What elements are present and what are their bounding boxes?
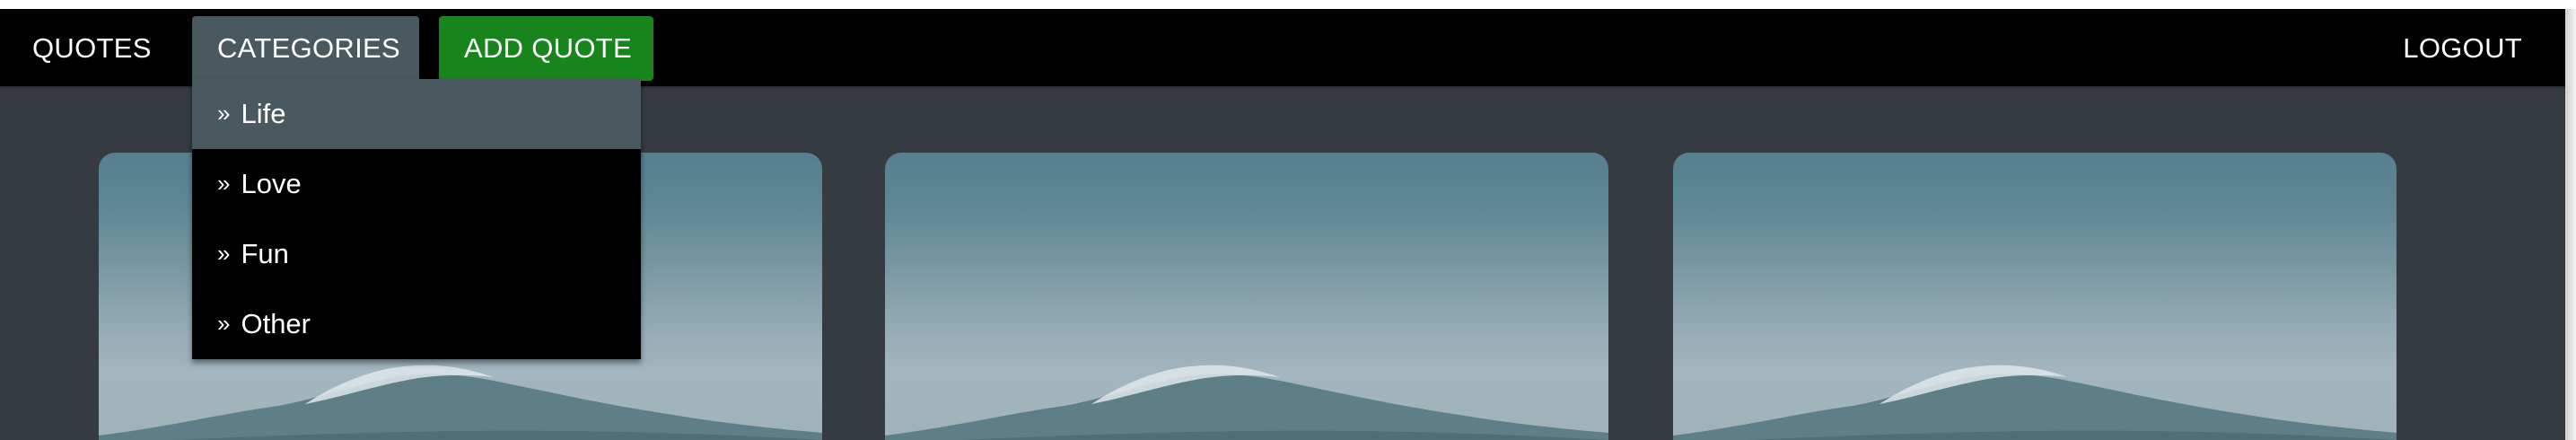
- dropdown-item-love[interactable]: » Love: [192, 149, 641, 219]
- raquo-bullet-icon: »: [217, 100, 231, 127]
- dropdown-item-label: Life: [241, 98, 286, 129]
- quote-card[interactable]: [885, 153, 1608, 440]
- dropdown-item-life[interactable]: » Life: [192, 79, 641, 149]
- nav-quotes-link[interactable]: QUOTES: [7, 16, 177, 81]
- dropdown-item-fun[interactable]: » Fun: [192, 219, 641, 289]
- raquo-bullet-icon: »: [217, 170, 231, 197]
- app-window: QUOTES CATEGORIES ADD QUOTE LOGOUT » Life…: [0, 9, 2565, 440]
- nav-categories-dropdown-toggle[interactable]: CATEGORIES: [192, 16, 419, 88]
- mountain-landscape-image: [99, 365, 822, 440]
- categories-dropdown-menu: » Life » Love » Fun » Other: [192, 79, 641, 359]
- logout-link[interactable]: LOGOUT: [2378, 16, 2547, 81]
- window-edge: [2565, 9, 2576, 440]
- navbar: QUOTES CATEGORIES ADD QUOTE LOGOUT: [0, 9, 2565, 88]
- dropdown-item-other[interactable]: » Other: [192, 289, 641, 359]
- raquo-bullet-icon: »: [217, 310, 231, 337]
- dropdown-item-label: Love: [241, 168, 302, 199]
- mountain-landscape-image: [885, 365, 1608, 440]
- add-quote-button[interactable]: ADD QUOTE: [439, 16, 653, 81]
- dropdown-item-label: Other: [241, 308, 311, 339]
- mountain-landscape-image: [1673, 365, 2396, 440]
- dropdown-item-label: Fun: [241, 238, 289, 269]
- raquo-bullet-icon: »: [217, 240, 231, 267]
- quote-card[interactable]: [1673, 153, 2396, 440]
